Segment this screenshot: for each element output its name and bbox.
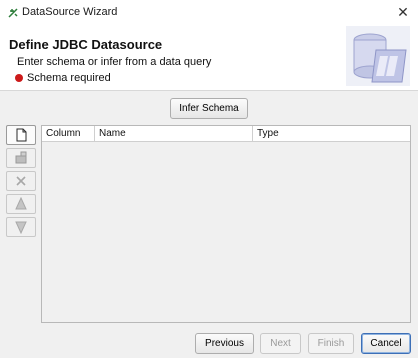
move-down-button[interactable]	[6, 217, 36, 237]
previous-button[interactable]: Previous	[195, 333, 254, 354]
status-text: Schema required	[27, 72, 111, 84]
new-row-button[interactable]	[6, 125, 36, 145]
table-add-button[interactable]	[6, 148, 36, 168]
move-up-icon	[15, 197, 27, 210]
new-row-icon	[16, 128, 27, 142]
move-up-button[interactable]	[6, 194, 36, 214]
wizard-header: Define JDBC Datasource Enter schema or i…	[0, 26, 418, 90]
window-title: DataSource Wizard	[22, 6, 118, 18]
table-header: Column Name Type	[42, 126, 410, 142]
close-icon[interactable]: ✕	[396, 5, 410, 19]
delete-icon	[16, 176, 26, 186]
schema-panel: Infer Schema Column Name Type Previous N…	[0, 90, 418, 358]
wizard-app-icon	[8, 8, 18, 18]
schema-table[interactable]: Column Name Type	[41, 125, 411, 323]
column-header-type[interactable]: Type	[253, 126, 410, 142]
page-title: Define JDBC Datasource	[9, 37, 163, 52]
page-subtitle: Enter schema or infer from a data query	[17, 56, 212, 68]
infer-schema-button[interactable]: Infer Schema	[170, 98, 248, 119]
delete-button[interactable]	[6, 171, 36, 191]
title-bar: DataSource Wizard ✕	[0, 0, 418, 26]
table-add-icon	[15, 151, 27, 164]
datasource-wizard-window: DataSource Wizard ✕ Define JDBC Datasour…	[0, 0, 418, 358]
move-down-icon	[15, 221, 27, 234]
finish-button[interactable]: Finish	[308, 333, 354, 354]
cancel-button[interactable]: Cancel	[361, 333, 411, 354]
error-dot-icon	[15, 74, 23, 82]
datasource-banner-icon	[346, 26, 410, 86]
column-header-column[interactable]: Column	[42, 126, 95, 142]
column-header-name[interactable]: Name	[95, 126, 253, 142]
next-button[interactable]: Next	[260, 333, 301, 354]
